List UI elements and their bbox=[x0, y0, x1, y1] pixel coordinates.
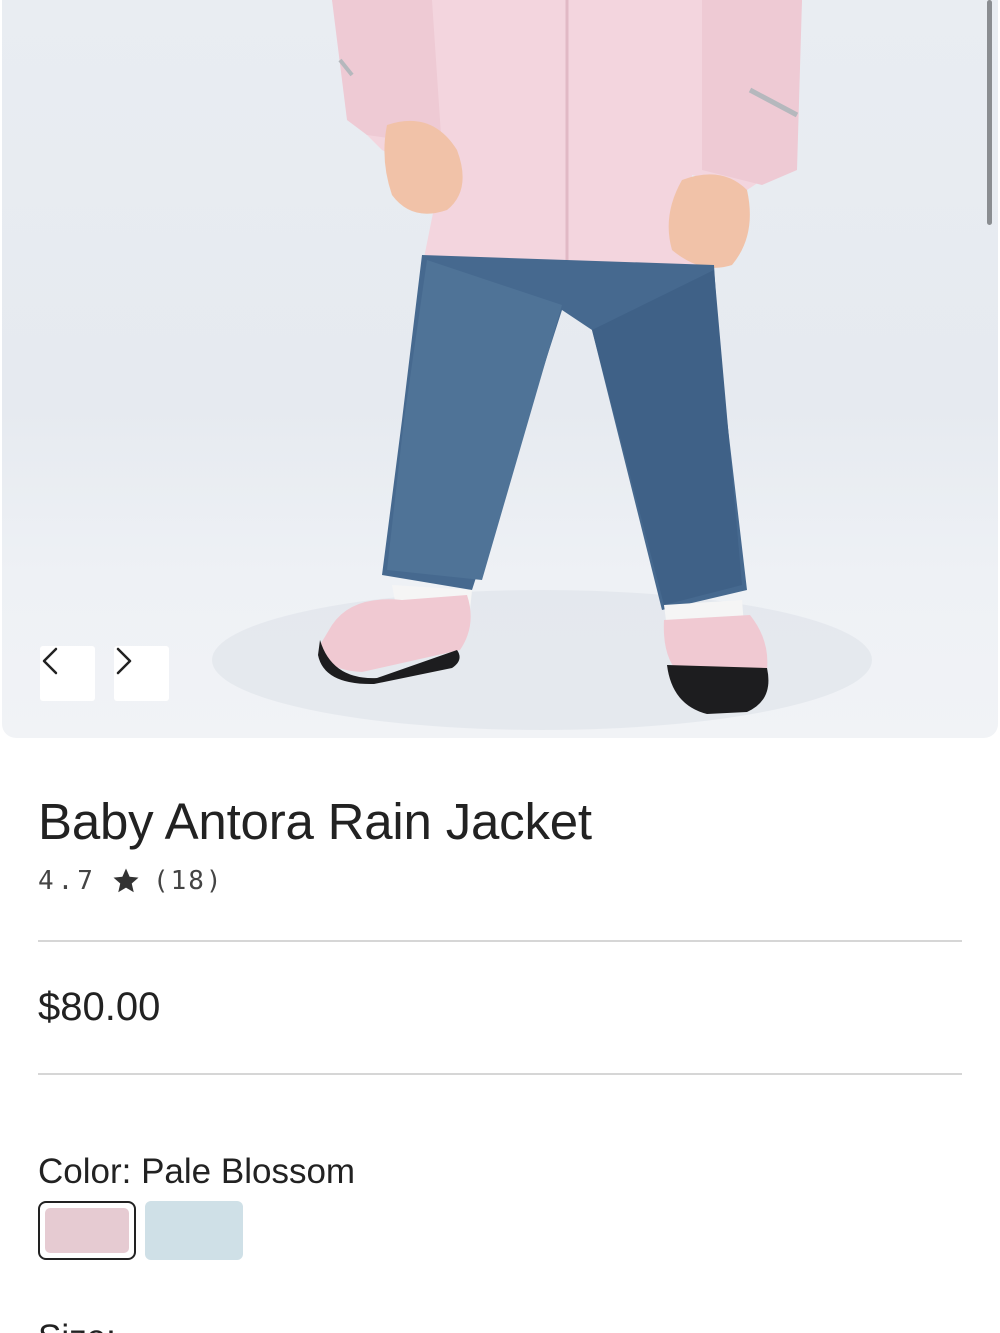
review-count: (18) bbox=[152, 866, 224, 896]
product-photo bbox=[212, 0, 872, 730]
star-icon bbox=[111, 866, 141, 896]
product-rating[interactable]: 4.7 (18) bbox=[38, 866, 224, 896]
size-label: Size: bbox=[38, 1318, 116, 1333]
color-swatch-pale-blossom[interactable] bbox=[38, 1201, 136, 1260]
divider bbox=[38, 1073, 962, 1075]
divider bbox=[38, 940, 962, 942]
product-price: $80.00 bbox=[38, 985, 161, 1029]
rating-value: 4.7 bbox=[38, 866, 97, 896]
product-image-gallery bbox=[2, 0, 998, 738]
gallery-next-button[interactable] bbox=[114, 646, 169, 701]
chevron-left-icon bbox=[42, 647, 58, 675]
product-title: Baby Antora Rain Jacket bbox=[38, 793, 592, 850]
swatch-fill bbox=[45, 1208, 129, 1253]
chevron-right-icon bbox=[116, 647, 132, 675]
scrollbar-thumb[interactable] bbox=[987, 0, 992, 225]
color-label: Color: Pale Blossom bbox=[38, 1152, 356, 1191]
color-swatch-light-blue[interactable] bbox=[145, 1201, 243, 1260]
gallery-prev-button[interactable] bbox=[40, 646, 95, 701]
